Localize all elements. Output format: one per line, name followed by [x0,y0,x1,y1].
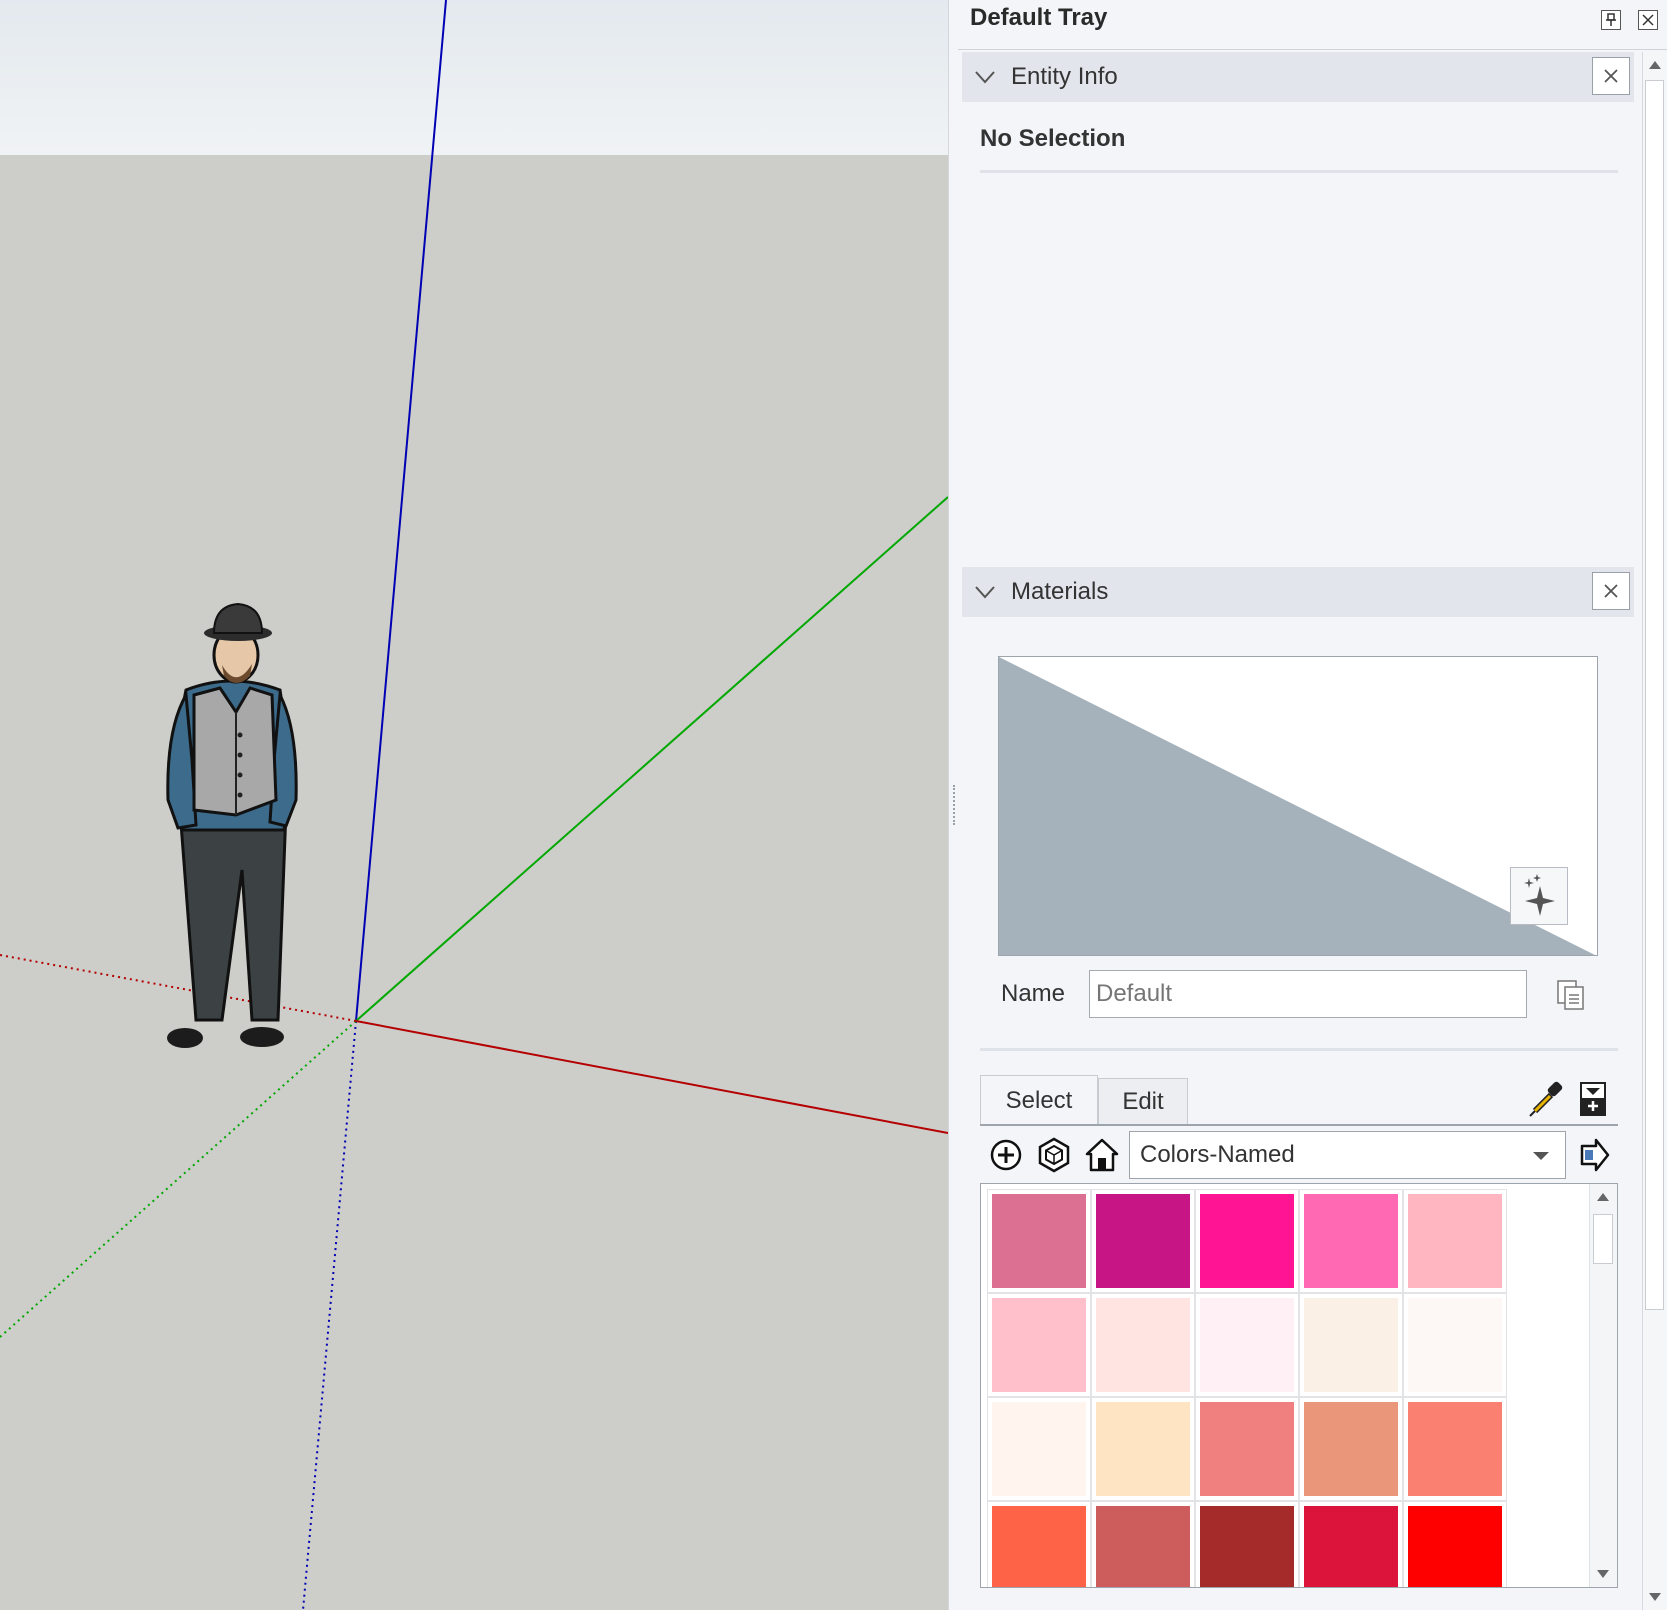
green-axis-negative [0,1020,357,1338]
green-axis [355,496,948,1022]
swatch-color-fill [1304,1194,1398,1288]
library-dropdown[interactable]: Colors-Named [1129,1131,1566,1179]
swatch-color-fill [1200,1402,1294,1496]
color-swatch[interactable] [987,1189,1091,1293]
swatch-color-fill [1096,1194,1190,1288]
chevron-down-icon[interactable] [974,581,996,603]
swatch-color-fill [1200,1298,1294,1392]
close-icon [1604,69,1618,83]
color-swatch[interactable] [1091,1189,1195,1293]
color-swatch[interactable] [1091,1501,1195,1587]
home-icon[interactable] [1084,1137,1120,1173]
swatch-color-fill [1200,1194,1294,1288]
swatch-color-fill [1096,1298,1190,1392]
material-swatch-browser [980,1183,1618,1588]
library-dropdown-value: Colors-Named [1140,1141,1295,1168]
tab-edit[interactable]: Edit [1098,1078,1188,1125]
swatch-color-fill [1408,1298,1502,1392]
color-swatch[interactable] [987,1293,1091,1397]
copy-icon[interactable] [1554,978,1588,1012]
scroll-up-icon[interactable] [1596,1192,1610,1202]
materials-close-button[interactable] [1592,572,1630,610]
modeling-viewport[interactable] [0,0,948,1610]
swatch-scrollbar[interactable] [1589,1184,1617,1587]
red-axis-negative [0,954,357,1022]
tray-title: Default Tray [970,4,1108,31]
materials-header[interactable]: Materials [962,567,1634,617]
materials-divider [980,1048,1618,1051]
swatch-color-fill [1304,1298,1398,1392]
swatch-color-fill [992,1298,1086,1392]
sparkle-icon [1524,874,1555,916]
person-figure [166,602,298,1048]
in-model-icon[interactable] [1036,1137,1072,1173]
tab-baseline [980,1124,1618,1126]
default-tray: Default Tray Entity Info No Selection Ma… [958,0,1667,1610]
color-swatch[interactable] [1091,1293,1195,1397]
color-swatch[interactable] [1403,1397,1507,1501]
material-name-field[interactable] [1089,970,1527,1018]
color-swatch[interactable] [1091,1397,1195,1501]
color-swatch[interactable] [1195,1189,1299,1293]
entity-info-title: Entity Info [1011,63,1118,90]
close-icon [1604,584,1618,598]
swatch-color-fill [992,1402,1086,1496]
swatch-color-fill [1200,1506,1294,1587]
color-swatch[interactable] [1299,1189,1403,1293]
swatch-scrollbar-thumb[interactable] [1593,1214,1613,1264]
splitter-grip[interactable] [953,785,957,825]
name-label: Name [1001,980,1066,1007]
create-material-button[interactable] [1510,867,1568,925]
blue-axis [355,0,447,1022]
color-swatch[interactable] [1195,1501,1299,1587]
scroll-down-icon[interactable] [1648,1592,1662,1602]
red-axis [355,1020,948,1134]
swatch-color-fill [992,1506,1086,1587]
scroll-down-icon[interactable] [1596,1569,1610,1579]
materials-title: Materials [1011,578,1109,605]
pin-icon[interactable] [1601,10,1621,30]
axes-canvas [0,0,948,1610]
add-material-icon[interactable] [988,1137,1024,1173]
blue-axis-negative [302,1020,357,1610]
material-preview [998,656,1598,956]
color-swatch[interactable] [987,1397,1091,1501]
swatch-color-fill [1408,1402,1502,1496]
chevron-down-icon [1533,1152,1549,1160]
tray-scrollbar-thumb[interactable] [1645,80,1664,1310]
color-swatch[interactable] [1299,1501,1403,1587]
swatch-color-fill [1408,1506,1502,1587]
scroll-up-icon[interactable] [1648,60,1662,70]
swatch-color-fill [1096,1402,1190,1496]
tab-select[interactable]: Select [980,1075,1098,1125]
tray-scrollbar[interactable] [1642,52,1667,1610]
swatch-color-fill [1304,1506,1398,1587]
close-icon[interactable] [1638,10,1658,30]
color-swatch[interactable] [1403,1293,1507,1397]
color-swatch[interactable] [987,1501,1091,1587]
eyedropper-icon[interactable] [1526,1080,1566,1120]
entity-info-divider [980,170,1618,173]
entity-info-header[interactable]: Entity Info [962,52,1634,102]
export-collection-icon[interactable] [1580,1138,1610,1172]
swatch-color-fill [992,1194,1086,1288]
color-swatch[interactable] [1195,1397,1299,1501]
selection-status: No Selection [980,125,1126,152]
color-swatch[interactable] [1403,1501,1507,1587]
color-swatch[interactable] [1403,1189,1507,1293]
color-swatch[interactable] [1299,1293,1403,1397]
details-icon[interactable] [1580,1082,1606,1116]
color-swatch[interactable] [1299,1397,1403,1501]
swatch-grid [987,1189,1507,1587]
swatch-color-fill [1304,1402,1398,1496]
tray-header-divider [958,49,1667,50]
swatch-color-fill [1408,1194,1502,1288]
material-preview-swatch [999,657,1595,955]
color-swatch[interactable] [1195,1293,1299,1397]
entity-info-close-button[interactable] [1592,57,1630,95]
swatch-color-fill [1096,1506,1190,1587]
chevron-down-icon[interactable] [974,66,996,88]
